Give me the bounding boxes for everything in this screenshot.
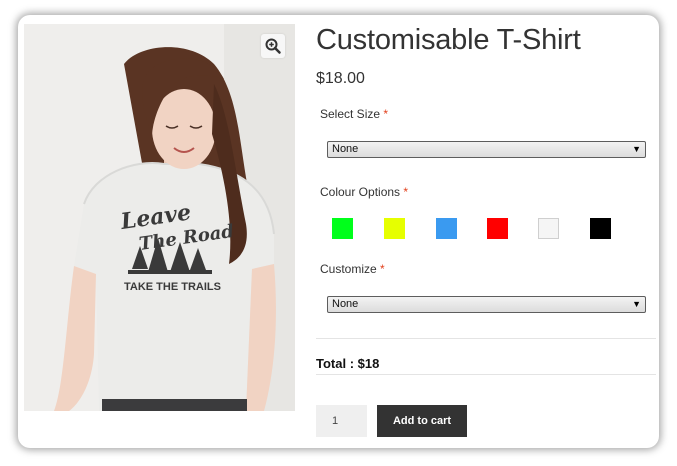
product-page: Leave The Road TAKE THE TRAILS Customisa… (0, 0, 677, 466)
magnifier-plus-icon (265, 38, 281, 54)
customize-label: Customize * (320, 262, 385, 276)
total-label: Total : (316, 356, 355, 371)
customize-select[interactable]: None ▼ (327, 296, 646, 313)
size-label-text: Select Size (320, 107, 381, 121)
colour-swatch-blue[interactable] (436, 218, 457, 239)
colour-swatch-red[interactable] (487, 218, 508, 239)
customize-required-mark: * (380, 262, 385, 276)
product-image: Leave The Road TAKE THE TRAILS (24, 24, 295, 411)
chevron-down-icon: ▼ (632, 299, 641, 309)
quantity-input[interactable] (316, 405, 367, 437)
colour-label: Colour Options * (320, 185, 408, 199)
colour-swatch-white[interactable] (538, 218, 559, 239)
chevron-down-icon: ▼ (632, 144, 641, 154)
colour-label-text: Colour Options (320, 185, 401, 199)
product-price: $18.00 (316, 70, 365, 87)
divider (316, 374, 656, 375)
customize-select-value: None (332, 298, 359, 310)
add-to-cart-button[interactable]: Add to cart (377, 405, 467, 437)
colour-swatch-black[interactable] (590, 218, 611, 239)
colour-swatch-green[interactable] (332, 218, 353, 239)
total-line: Total : $18 (316, 356, 379, 371)
colour-required-mark: * (403, 185, 409, 199)
customize-label-text: Customize (320, 262, 377, 276)
total-value: $18 (357, 356, 380, 371)
size-label: Select Size * (320, 107, 388, 121)
size-select[interactable]: None ▼ (327, 141, 646, 158)
divider (316, 338, 656, 339)
colour-swatch-yellow[interactable] (384, 218, 405, 239)
model-photo: Leave The Road TAKE THE TRAILS (24, 24, 295, 411)
size-required-mark: * (383, 107, 389, 121)
product-title: Customisable T-Shirt (316, 24, 581, 56)
size-select-value: None (332, 143, 359, 155)
zoom-button[interactable] (261, 34, 285, 58)
shirt-print-line-3: TAKE THE TRAILS (124, 281, 221, 293)
